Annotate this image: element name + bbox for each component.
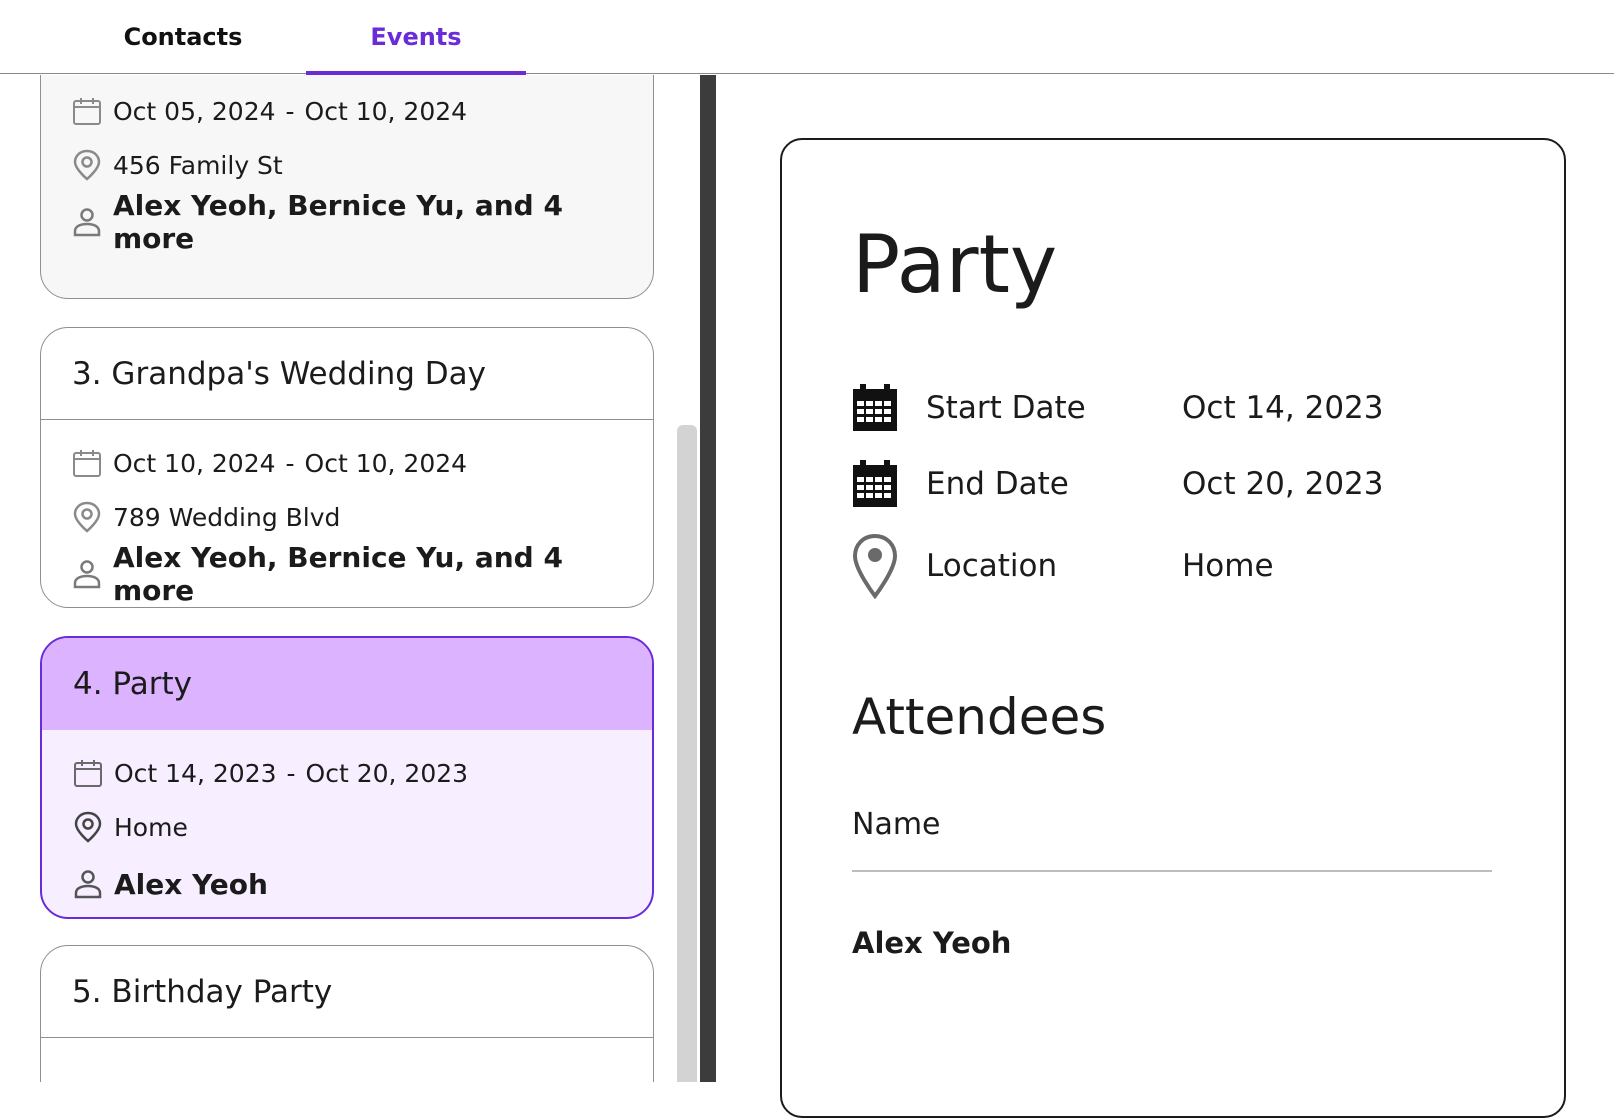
event-end-date: Oct 10, 2024 [304,448,468,478]
location-value: Home [1182,548,1274,584]
event-location: 789 Wedding Blvd [113,502,341,532]
tab-events[interactable]: Events [306,0,526,76]
date-separator: - [286,758,296,788]
event-attendees-row: Alex Yeoh, Bernice Yu, and 4 more [71,189,653,255]
event-location: Home [114,812,188,842]
event-attendees-row: Alex Yeoh, Bernice Yu, and 4 more [71,541,653,607]
person-icon [72,868,104,900]
event-attendees: Alex Yeoh, Bernice Yu, and 4 more [112,189,563,255]
location-pin-icon [850,532,900,600]
date-separator: - [285,448,295,478]
event-date-row: Oct 10, 2024 - Oct 10, 2024 [71,436,653,490]
person-icon [71,558,103,590]
start-date-label: Start Date [926,390,1086,426]
event-card-title: 5. Birthday Party [41,946,653,1038]
calendar-filled-icon [850,458,900,510]
event-detail-title: Party [852,218,1058,311]
event-start-date: Oct 14, 2023 [114,758,277,788]
event-list[interactable]: Oct 05, 2024 - Oct 10, 2024 456 Family S… [0,75,700,1082]
event-card[interactable]: Oct 05, 2024 - Oct 10, 2024 456 Family S… [40,75,654,299]
event-attendees-row: Alex Yeoh [72,854,652,914]
attendees-heading: Attendees [852,688,1107,746]
event-card[interactable]: 5. Birthday Party [40,945,654,1082]
event-card-title: 4. Party [42,638,652,730]
start-date-row: Start Date Oct 14, 2023 [850,382,1384,434]
table-header-divider [852,870,1492,872]
event-date-row: Oct 05, 2024 - Oct 10, 2024 [71,84,653,138]
location-label: Location [926,548,1058,584]
event-card[interactable]: 3. Grandpa's Wedding Day Oct 10, 2024 - … [40,327,654,608]
event-location-row: 456 Family St [71,138,653,192]
calendar-icon [72,757,104,789]
pane-divider[interactable] [700,75,716,1082]
event-end-date: Oct 10, 2024 [304,96,468,126]
event-attendees: Alex Yeoh [114,867,268,901]
event-start-date: Oct 05, 2024 [113,96,276,126]
event-start-date: Oct 10, 2024 [113,448,276,478]
end-date-label: End Date [926,466,1069,502]
location-row: Location Home [850,532,1274,600]
location-pin-icon [71,149,103,181]
location-pin-icon [72,811,104,843]
calendar-icon [71,95,103,127]
event-detail-panel: Party Start Date Oct 14, 2023 End Date O… [780,138,1566,1118]
tab-contacts[interactable]: Contacts [88,0,278,74]
list-scrollbar-thumb[interactable] [677,425,697,1082]
end-date-value: Oct 20, 2023 [1182,466,1384,502]
event-attendees: Alex Yeoh, Bernice Yu, and 4 more [112,541,563,607]
start-date-value: Oct 14, 2023 [1182,390,1384,426]
tab-bar: Contacts Events [0,0,1614,76]
location-pin-icon [71,501,103,533]
person-icon [71,206,103,238]
end-date-row: End Date Oct 20, 2023 [850,458,1384,510]
event-date-row: Oct 14, 2023 - Oct 20, 2023 [72,746,652,800]
event-end-date: Oct 20, 2023 [305,758,469,788]
calendar-icon [71,447,103,479]
attendee-row: Alex Yeoh [852,926,1012,960]
event-location-row: 789 Wedding Blvd [71,490,653,544]
date-separator: - [285,96,295,126]
attendees-name-column-header: Name [852,807,941,842]
calendar-filled-icon [850,382,900,434]
event-location-row: Home [72,800,652,854]
event-location: 456 Family St [113,150,283,180]
event-card-title: 3. Grandpa's Wedding Day [41,328,653,420]
event-card-selected[interactable]: 4. Party Oct 14, 2023 - Oct 20, 2023 Hom… [40,636,654,919]
